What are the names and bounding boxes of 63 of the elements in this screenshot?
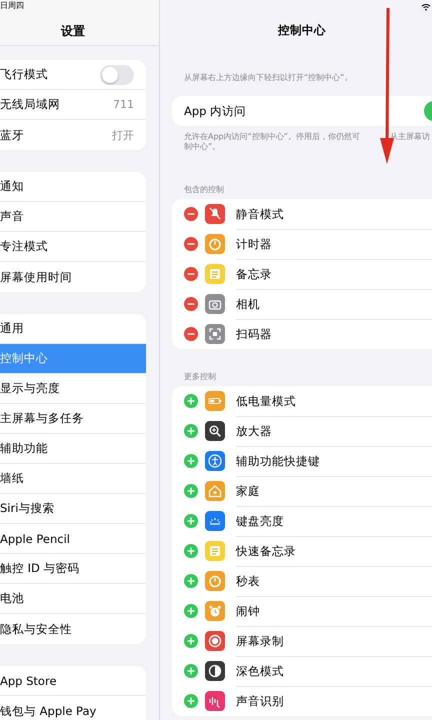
setting-value: 711 [113, 98, 134, 111]
page-title: 控制中心 [276, 23, 327, 39]
settings-item[interactable]: 辅助功能 [0, 434, 146, 464]
control-label: 相机 [236, 288, 432, 320]
add-icon[interactable] [184, 424, 198, 438]
control-label: 家庭 [236, 476, 432, 506]
remove-icon[interactable] [184, 327, 198, 341]
settings-item[interactable]: Siri与搜索 [0, 494, 146, 524]
control-label: 扫码器 [236, 326, 273, 343]
settings-item[interactable]: Apple Pencil [0, 524, 146, 554]
settings-item[interactable]: 无线局域网 [0, 97, 60, 112]
add-icon[interactable] [184, 634, 198, 648]
settings-item[interactable]: App Store [0, 666, 146, 696]
description-text: 从屏幕右上方边缘向下轻扫以打开“控制中心”。 [184, 72, 352, 83]
control-label: 辅助功能快捷键 [236, 446, 432, 476]
wifi-icon [421, 3, 431, 11]
control-label: 快速备忘录 [236, 536, 432, 566]
add-icon[interactable] [184, 544, 198, 558]
add-icon[interactable] [184, 694, 198, 708]
settings-item[interactable]: 屏幕使用时间 [0, 262, 146, 292]
control-label: 键盘亮度 [236, 506, 432, 536]
section-header: 包含的控制 [184, 184, 225, 195]
footnote-text: 制中心”。 [184, 142, 220, 152]
remove-icon[interactable] [184, 267, 198, 281]
footnote-text: 允许在App内访问“控制中心”。停用后，你仍然可 [184, 132, 361, 142]
settings-item[interactable]: 电池 [0, 584, 146, 614]
settings-item[interactable]: 钱包与 Apple Pay [0, 696, 146, 720]
add-icon[interactable] [184, 484, 198, 498]
add-icon[interactable] [184, 454, 198, 468]
control-label: 静音模式 [236, 199, 432, 230]
settings-item[interactable]: 主屏幕与多任务 [0, 404, 146, 434]
settings-item[interactable]: 墙纸 [0, 464, 146, 494]
settings-item[interactable]: 触控 ID 与密码 [0, 554, 146, 584]
settings-item[interactable]: 通知 [0, 172, 146, 202]
add-icon[interactable] [184, 574, 198, 588]
section-header: 更多控制 [184, 371, 217, 382]
settings-item[interactable]: 专注模式 [0, 232, 146, 262]
control-label: 声音识别 [236, 693, 285, 710]
control-label: 闹钟 [236, 596, 432, 626]
control-label: 放大器 [236, 416, 432, 446]
remove-icon[interactable] [184, 297, 198, 311]
setting-value: 打开 [112, 128, 134, 142]
control-label: 秒表 [236, 566, 432, 596]
status-date: 日周四 [0, 0, 24, 11]
setting-label: App 内访问 [184, 104, 246, 118]
settings-item[interactable]: 飞行模式 [0, 67, 48, 82]
control-label: 深色模式 [236, 656, 432, 686]
add-icon[interactable] [184, 394, 198, 408]
add-icon[interactable] [184, 514, 198, 528]
remove-icon[interactable] [184, 207, 198, 221]
add-icon[interactable] [184, 604, 198, 618]
sidebar-title: 设置 [60, 23, 86, 40]
toggle-switch[interactable] [100, 64, 134, 84]
control-label: 计时器 [236, 228, 432, 260]
settings-item[interactable]: 显示与亮度 [0, 374, 146, 404]
settings-item[interactable]: 隐私与安全性 [0, 614, 146, 644]
settings-item[interactable]: 声音 [0, 202, 146, 232]
add-icon[interactable] [184, 664, 198, 678]
control-label: 备忘录 [236, 258, 432, 290]
control-label: 屏幕录制 [236, 626, 432, 656]
settings-item[interactable]: 蓝牙 [0, 128, 24, 142]
remove-icon[interactable] [184, 237, 198, 251]
control-label: 低电量模式 [236, 386, 432, 416]
